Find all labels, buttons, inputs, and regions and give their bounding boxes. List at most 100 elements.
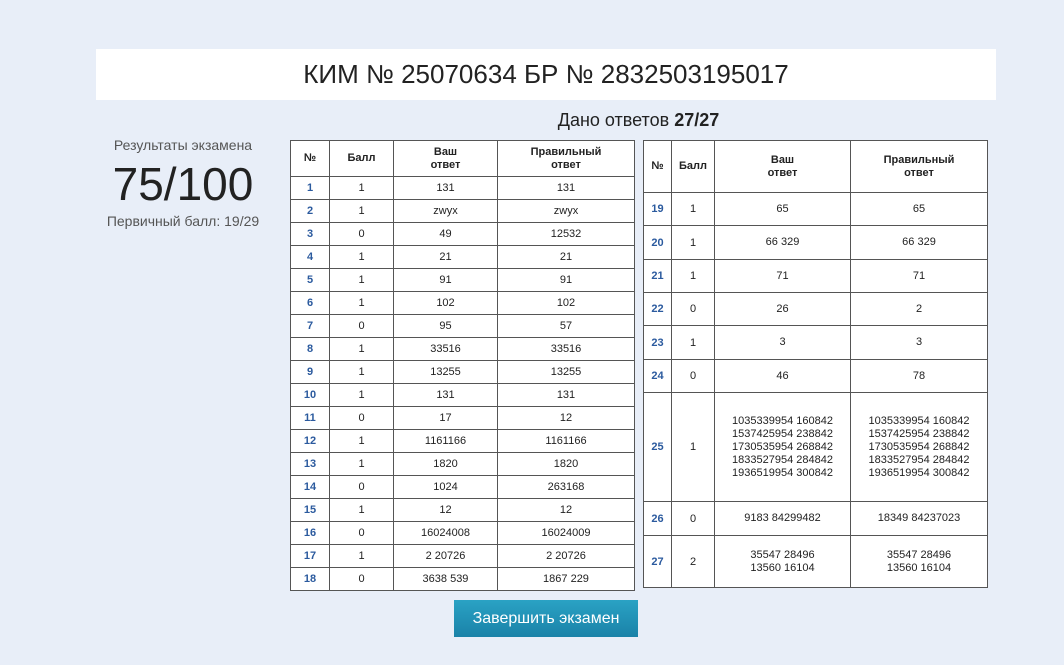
row-score: 0 bbox=[329, 314, 394, 338]
row-score: 1 bbox=[671, 259, 715, 293]
answers-given-value: 27/27 bbox=[674, 110, 720, 130]
row-number: 13 bbox=[290, 452, 330, 476]
row-score: 1 bbox=[329, 199, 394, 223]
row-your-answer: 26 bbox=[714, 292, 851, 326]
row-number: 26 bbox=[643, 501, 672, 536]
header-num: № bbox=[290, 140, 330, 177]
header-your-answer: Ваш ответ bbox=[393, 140, 498, 177]
row-number: 23 bbox=[643, 325, 672, 360]
finish-exam-button[interactable]: Завершить экзамен bbox=[454, 600, 638, 637]
row-your-answer: 33516 bbox=[393, 337, 498, 361]
row-number: 6 bbox=[290, 291, 330, 315]
row-your-answer: 102 bbox=[393, 291, 498, 315]
row-score: 0 bbox=[329, 406, 394, 430]
row-correct-answer: 66 329 bbox=[850, 225, 988, 260]
row-number: 27 bbox=[643, 535, 672, 588]
row-number: 2 bbox=[290, 199, 330, 223]
table-row: 3 0 49 12532 bbox=[290, 222, 635, 246]
row-your-answer: 95 bbox=[393, 314, 498, 338]
results-table-right: № Балл Ваш ответ Правильный ответ 19 1 65 6… bbox=[643, 140, 988, 588]
row-your-answer: 131 bbox=[393, 383, 498, 407]
table-row: 16 0 16024008 16024009 bbox=[290, 521, 635, 545]
row-score: 1 bbox=[329, 544, 394, 568]
row-number: 8 bbox=[290, 337, 330, 361]
row-correct-answer: 91 bbox=[497, 268, 635, 292]
row-number: 1 bbox=[290, 176, 330, 200]
table-row: 2 1 zwyx zwyx bbox=[290, 199, 635, 223]
row-number: 16 bbox=[290, 521, 330, 545]
row-your-answer: 17 bbox=[393, 406, 498, 430]
row-number: 9 bbox=[290, 360, 330, 384]
answers-given: Дано ответов 27/27 bbox=[290, 110, 987, 131]
row-correct-answer: 57 bbox=[497, 314, 635, 338]
row-score: 1 bbox=[671, 392, 715, 502]
row-correct-answer: zwyx bbox=[497, 199, 635, 223]
row-score: 1 bbox=[329, 360, 394, 384]
row-score: 1 bbox=[329, 176, 394, 200]
row-your-answer: 1161166 bbox=[393, 429, 498, 453]
row-correct-answer: 13255 bbox=[497, 360, 635, 384]
row-score: 2 bbox=[671, 535, 715, 588]
table-row: 24 0 46 78 bbox=[643, 359, 988, 393]
row-score: 0 bbox=[329, 475, 394, 499]
row-number: 22 bbox=[643, 292, 672, 326]
row-your-answer: 71 bbox=[714, 259, 851, 293]
score-label: Результаты экзамена bbox=[113, 137, 253, 153]
results-table-left: № Балл Ваш ответ Правильный ответ 1 1 131 1… bbox=[290, 140, 635, 591]
row-score: 1 bbox=[329, 452, 394, 476]
row-your-answer: zwyx bbox=[393, 199, 498, 223]
row-correct-answer: 16024009 bbox=[497, 521, 635, 545]
table-row: 23 1 3 3 bbox=[643, 325, 988, 360]
row-correct-answer: 35547 28496 13560 16104 bbox=[850, 535, 988, 588]
row-your-answer: 66 329 bbox=[714, 225, 851, 260]
table-row: 6 1 102 102 bbox=[290, 291, 635, 315]
page-title: КИМ № 25070634 БР № 2832503195017 bbox=[96, 49, 996, 100]
row-your-answer: 21 bbox=[393, 245, 498, 269]
row-number: 18 bbox=[290, 567, 330, 591]
header-correct-answer: Правильный ответ bbox=[497, 140, 635, 177]
header-correct-answer: Правильный ответ bbox=[850, 140, 988, 193]
table-row: 19 1 65 65 bbox=[643, 192, 988, 226]
row-correct-answer: 131 bbox=[497, 176, 635, 200]
row-your-answer: 16024008 bbox=[393, 521, 498, 545]
table-header-row: № Балл Ваш ответ Правильный ответ bbox=[643, 140, 988, 193]
row-correct-answer: 33516 bbox=[497, 337, 635, 361]
row-your-answer: 3638 539 bbox=[393, 567, 498, 591]
row-number: 7 bbox=[290, 314, 330, 338]
header-score: Балл bbox=[329, 140, 394, 177]
row-your-answer: 91 bbox=[393, 268, 498, 292]
row-correct-answer: 18349 84237023 bbox=[850, 501, 988, 536]
table-row: 7 0 95 57 bbox=[290, 314, 635, 338]
row-number: 3 bbox=[290, 222, 330, 246]
row-score: 0 bbox=[671, 501, 715, 536]
row-your-answer: 1035339954 160842 1537425954 238842 1730… bbox=[714, 392, 851, 502]
row-correct-answer: 21 bbox=[497, 245, 635, 269]
table-row: 5 1 91 91 bbox=[290, 268, 635, 292]
row-correct-answer: 263168 bbox=[497, 475, 635, 499]
header-score: Балл bbox=[671, 140, 715, 193]
row-your-answer: 13255 bbox=[393, 360, 498, 384]
row-number: 15 bbox=[290, 498, 330, 522]
table-row: 15 1 12 12 bbox=[290, 498, 635, 522]
row-correct-answer: 102 bbox=[497, 291, 635, 315]
row-number: 12 bbox=[290, 429, 330, 453]
row-your-answer: 1024 bbox=[393, 475, 498, 499]
row-number: 20 bbox=[643, 225, 672, 260]
header-your-answer: Ваш ответ bbox=[714, 140, 851, 193]
table-row: 22 0 26 2 bbox=[643, 292, 988, 326]
row-number: 24 bbox=[643, 359, 672, 393]
answers-given-label: Дано ответов bbox=[557, 110, 670, 130]
row-score: 0 bbox=[671, 292, 715, 326]
table-row: 9 1 13255 13255 bbox=[290, 360, 635, 384]
table-row: 27 2 35547 28496 13560 16104 35547 28496 13… bbox=[643, 535, 988, 588]
table-row: 13 1 1820 1820 bbox=[290, 452, 635, 476]
row-score: 1 bbox=[329, 429, 394, 453]
row-correct-answer: 3 bbox=[850, 325, 988, 360]
table-row: 8 1 33516 33516 bbox=[290, 337, 635, 361]
table-row: 12 1 1161166 1161166 bbox=[290, 429, 635, 453]
row-your-answer: 65 bbox=[714, 192, 851, 226]
table-row: 20 1 66 329 66 329 bbox=[643, 225, 988, 260]
row-number: 21 bbox=[643, 259, 672, 293]
row-score: 1 bbox=[329, 498, 394, 522]
row-your-answer: 2 20726 bbox=[393, 544, 498, 568]
